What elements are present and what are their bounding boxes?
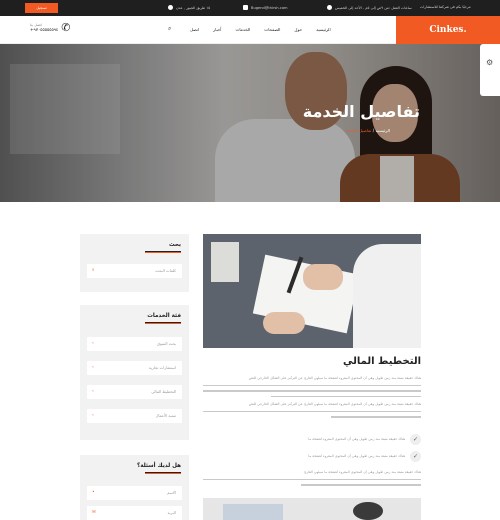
main-nav: الرئيسية حول الصفحات الخدمات أخبار اتصل <box>190 27 331 32</box>
check-icon: ✓ <box>410 434 421 445</box>
service-title: التخطيط المالي <box>343 356 421 367</box>
chevron-left-icon: ‹ <box>92 413 94 418</box>
breadcrumb: الرئيسية / تفاصيل الخدمة <box>345 128 390 133</box>
clock-icon <box>327 5 332 10</box>
check-icon: ✓ <box>410 451 421 462</box>
categories-widget: فئة الخدمات ‹ بحث السوق ‹ استشارات تجاري… <box>80 305 189 440</box>
search-widget: بحث ⌕ كلمات البحث <box>80 234 189 292</box>
phone-icon: ✆ <box>61 21 71 34</box>
mail-icon: ✉ <box>92 510 96 515</box>
name-field[interactable]: • الاسم <box>87 486 182 500</box>
site-logo[interactable]: Cinkes. <box>396 16 500 44</box>
nav-home[interactable]: الرئيسية <box>316 27 330 32</box>
breadcrumb-current: تفاصيل الخدمة <box>345 128 372 133</box>
category-item[interactable]: ‹ التخطيط المالي <box>87 385 182 399</box>
phone-block[interactable]: اتصل بنا +٩٧٠٥٥٥٥٥٥٩٤ ✆ <box>30 22 70 33</box>
nav-about[interactable]: حول <box>294 27 302 32</box>
search-input[interactable]: ⌕ كلمات البحث <box>87 264 182 278</box>
address-item: ١٥ طريق الجبور , عدن <box>168 5 210 10</box>
title-underline <box>145 472 181 474</box>
check-list-item: ✓ هناك حقيقة مثبتة منذ زمن طويل وهي أن ا… <box>203 451 421 463</box>
secondary-image <box>203 498 421 520</box>
settings-tab[interactable]: ⚙ <box>480 44 500 96</box>
service-image <box>203 234 421 348</box>
promo-text: مرحبًا بكم في شركتنا للاستشارات <box>420 5 471 9</box>
search-icon[interactable]: ⌕ <box>168 25 171 33</box>
service-paragraph: هناك حقيقة مثبتة منذ زمن طويل وهي أن الم… <box>203 402 421 426</box>
hero-overlay <box>0 44 500 202</box>
hero-banner: تفاصيل الخدمة الرئيسية / تفاصيل الخدمة <box>0 44 500 202</box>
search-icon[interactable]: ⌕ <box>92 264 95 278</box>
widget-title: فئة الخدمات <box>147 313 181 319</box>
nav-pages[interactable]: الصفحات <box>264 27 280 32</box>
service-paragraph: هناك حقيقة مثبتة منذ زمن طويل وهي أن الم… <box>203 376 421 400</box>
check-list-item: ✓ هناك حقيقة مثبتة منذ زمن طويل وهي أن ا… <box>203 434 421 446</box>
phone-number[interactable]: +٩٧٠٥٥٥٥٥٥٩٤ <box>30 27 58 32</box>
nav-news[interactable]: أخبار <box>213 27 221 32</box>
widget-title: هل لديك أسئلة؟ <box>136 463 181 469</box>
category-item[interactable]: ‹ بحث السوق <box>87 337 182 351</box>
category-item[interactable]: ‹ استشارات تجارية <box>87 361 182 375</box>
hours-item: ساعات العمل :من ٩ص إلى ٥م - الأحد إلى ال… <box>327 5 412 10</box>
service-paragraph: هناك حقيقة مثبتة منذ زمن طويل وهي أن الم… <box>203 470 421 494</box>
category-item[interactable]: ‹ تنمية الأعمال <box>87 409 182 423</box>
page-title: تفاصيل الخدمة <box>302 102 420 121</box>
user-icon: • <box>92 490 95 495</box>
widget-title: بحث <box>168 242 181 248</box>
top-bar: تسجيل ١٥ طريق الجبور , عدن Bugend@thirsh… <box>0 0 500 16</box>
gear-icon: ⚙ <box>486 58 494 67</box>
question-widget: هل لديك أسئلة؟ • الاسم ✉ البريد <box>80 455 189 520</box>
nav-services[interactable]: الخدمات <box>235 27 250 32</box>
nav-contact[interactable]: اتصل <box>190 27 199 32</box>
email-field[interactable]: ✉ البريد <box>87 506 182 520</box>
title-underline <box>145 251 181 253</box>
mail-icon <box>243 5 248 10</box>
login-button[interactable]: تسجيل <box>25 3 58 13</box>
chevron-left-icon: ‹ <box>92 389 94 394</box>
location-icon <box>168 5 173 10</box>
breadcrumb-home[interactable]: الرئيسية <box>376 128 390 133</box>
email-item[interactable]: Bugend@thirsh.com <box>243 5 288 10</box>
chevron-left-icon: ‹ <box>92 365 94 370</box>
title-underline <box>145 322 181 324</box>
chevron-left-icon: ‹ <box>92 341 94 346</box>
